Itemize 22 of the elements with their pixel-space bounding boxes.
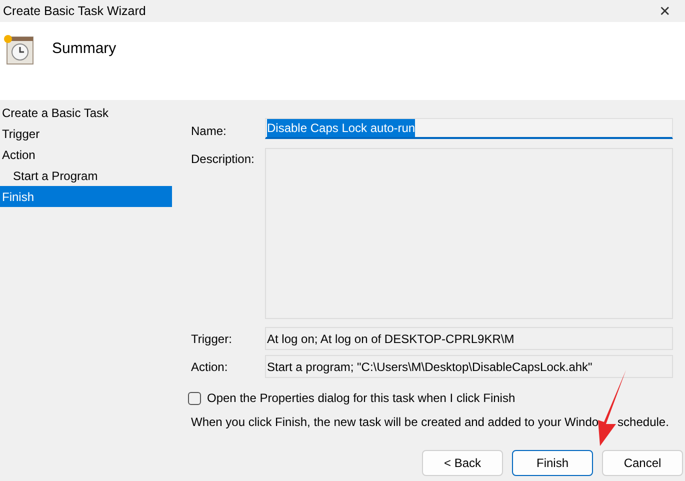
- field-label: Description:: [191, 151, 256, 168]
- dialog-button[interactable]: Finish: [512, 450, 593, 476]
- checkbox[interactable]: [188, 392, 201, 404]
- close-button[interactable]: ✕: [645, 0, 685, 22]
- field-label: Trigger:: [191, 330, 233, 348]
- wizard-step[interactable]: Start a Program: [0, 165, 172, 186]
- field-label: Name:: [191, 123, 228, 140]
- wizard-step[interactable]: Trigger: [0, 123, 172, 144]
- info-text: When you click Finish, the new task will be created and added to your Windo: [191, 414, 599, 431]
- page-heading: Summary: [52, 39, 116, 59]
- checkbox-label[interactable]: Open the Properties dialog for this task when I click Finish: [207, 389, 516, 407]
- trigger-field[interactable]: At log on; At log on of DESKTOP-CPRL9KR\M: [265, 327, 673, 350]
- info-text: schedule.: [618, 414, 669, 431]
- window-title: Create Basic Task Wizard: [3, 2, 146, 20]
- dialog-button[interactable]: < Back: [422, 450, 503, 476]
- wizard-step[interactable]: Action: [0, 144, 172, 165]
- wizard-step[interactable]: Finish: [0, 186, 172, 207]
- wizard-step[interactable]: Create a Basic Task: [0, 102, 172, 123]
- action-field[interactable]: Start a program; "C:\Users\M\Desktop\DisableCapsLock.ahk": [265, 355, 673, 378]
- name-field[interactable]: Disable Caps Lock auto-run: [265, 118, 673, 139]
- field-label: Action:: [191, 358, 229, 376]
- dialog-button[interactable]: Cancel: [602, 450, 683, 476]
